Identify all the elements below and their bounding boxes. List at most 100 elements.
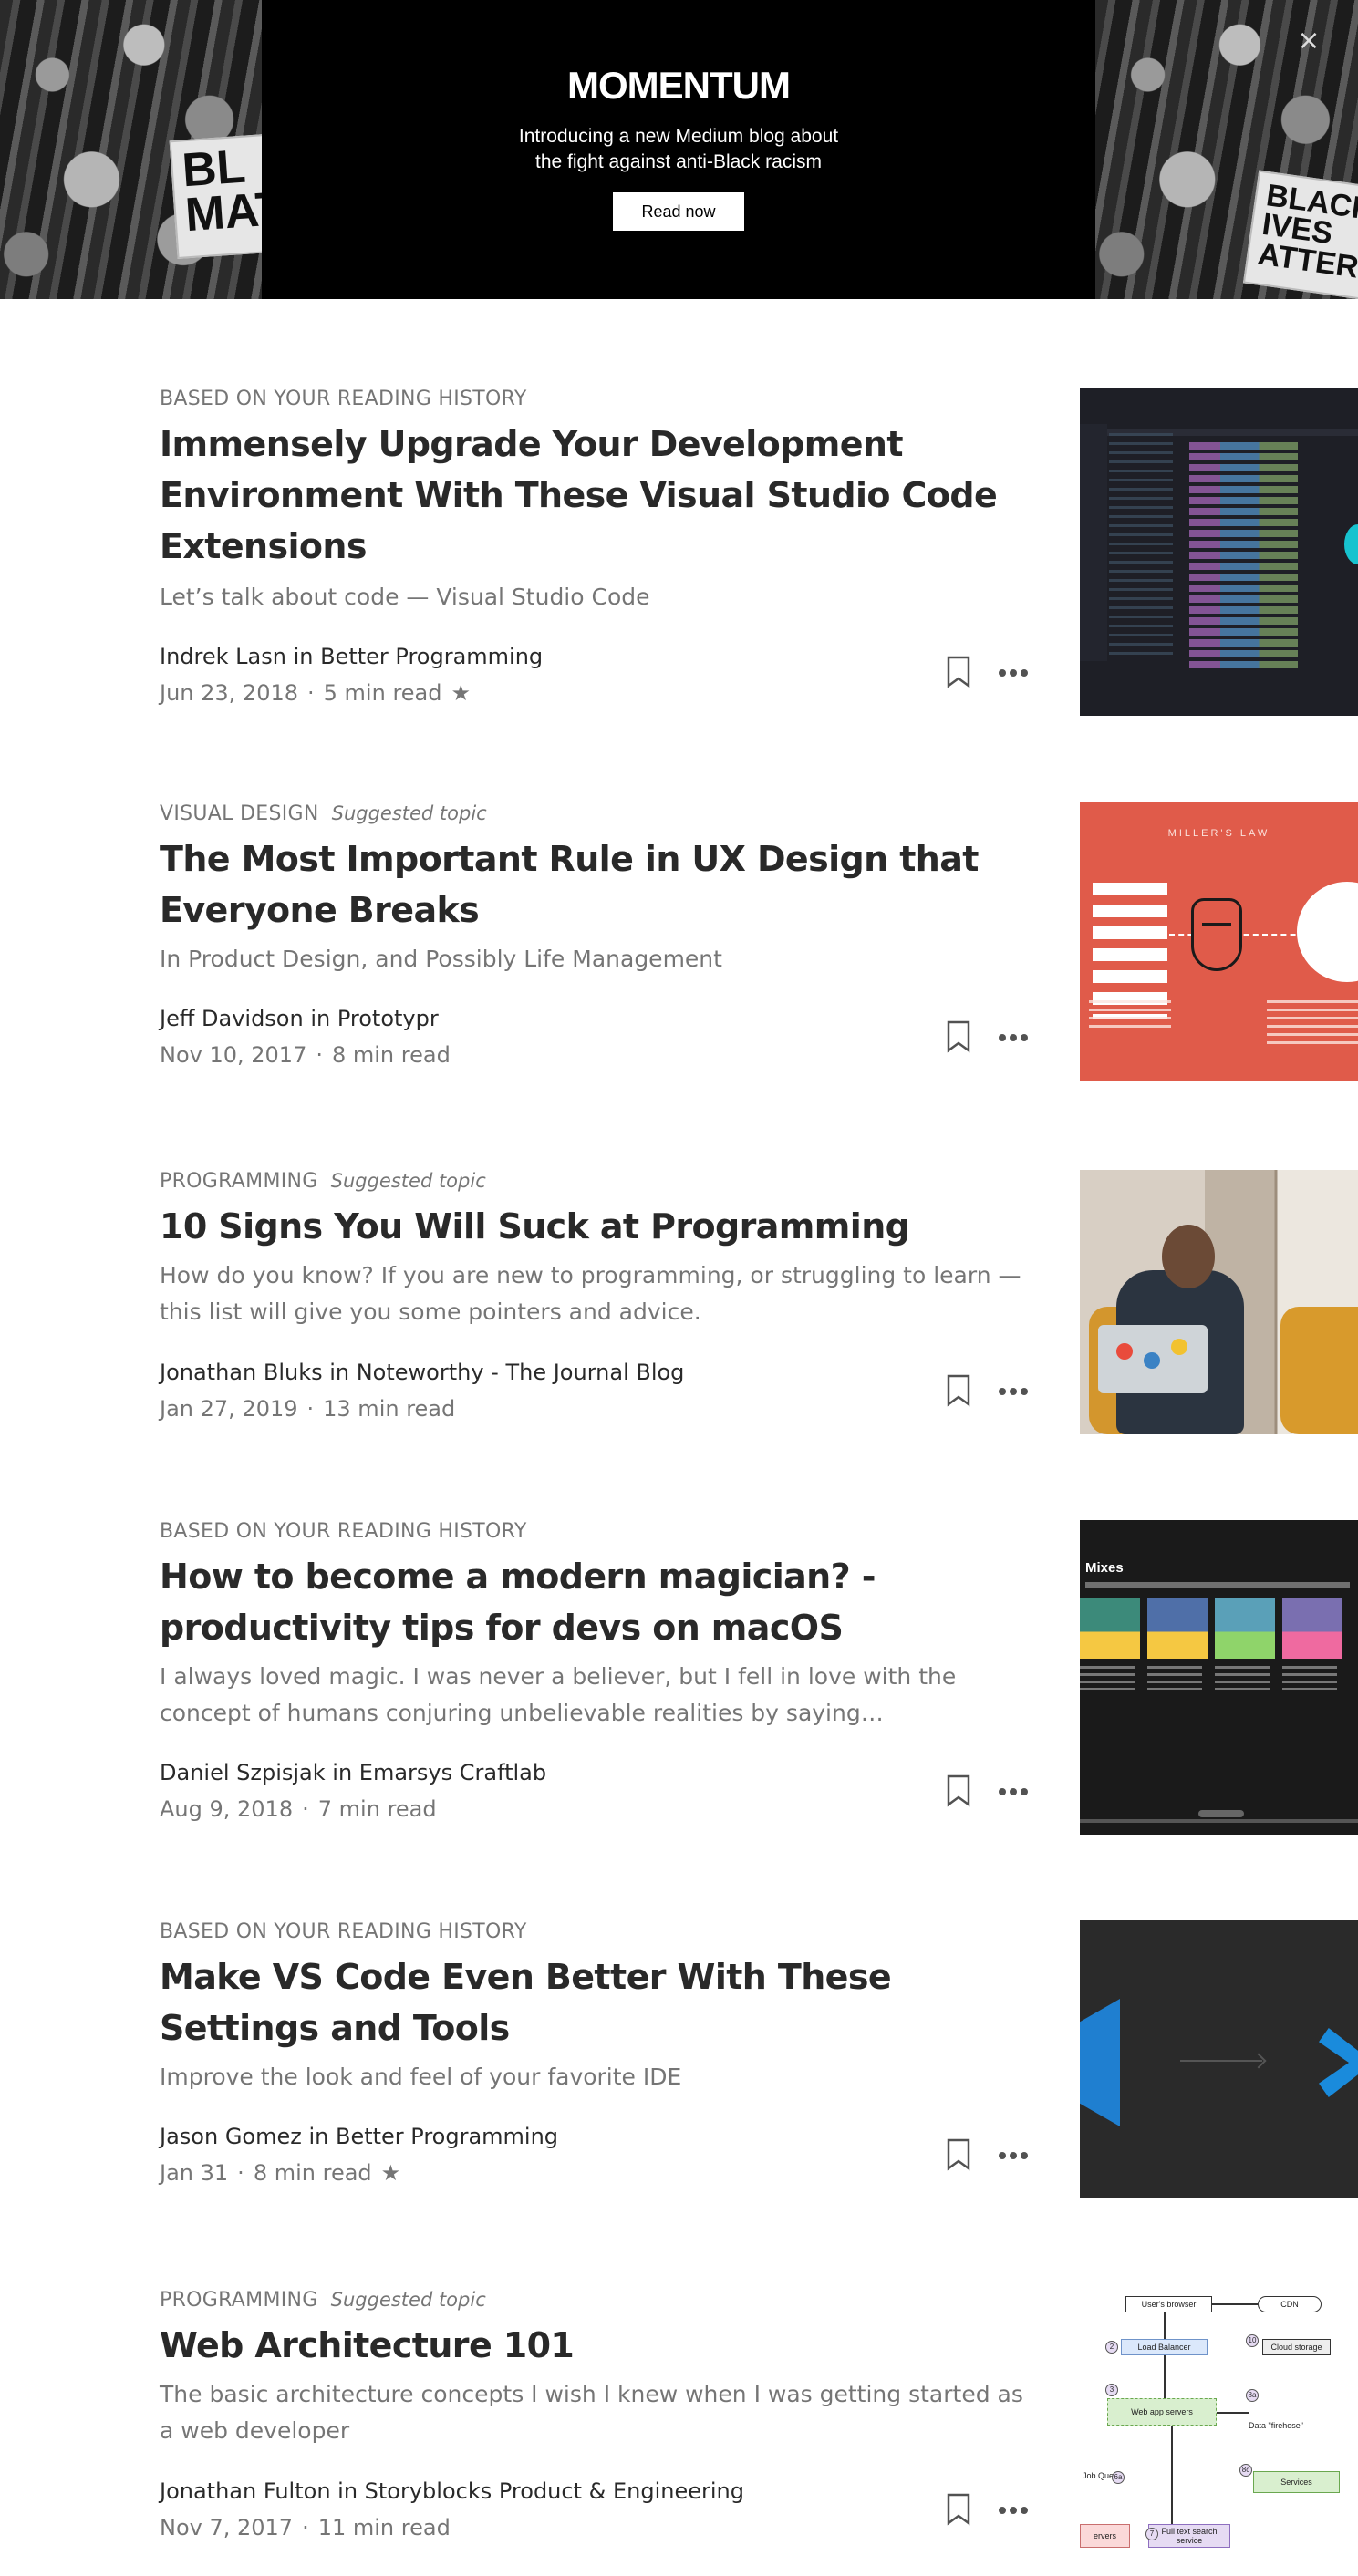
mixes-label: Mixes: [1085, 1560, 1124, 1576]
article-category: PROGRAMMING: [160, 2289, 318, 2312]
bookmark-icon[interactable]: [946, 2493, 971, 2526]
close-icon[interactable]: ×: [1296, 27, 1322, 55]
services-box: Services: [1253, 2471, 1340, 2493]
article-context: PROGRAMMING Suggested topic: [160, 2289, 486, 2312]
bookmark-icon[interactable]: [946, 656, 971, 688]
mix-tile: [1080, 1598, 1140, 1659]
article-title[interactable]: Web Architecture 101: [160, 2320, 1026, 2371]
banner-line-2: the fight against anti-Black racism: [535, 151, 822, 172]
more-icon[interactable]: [997, 1385, 1030, 1398]
member-star-icon: ★: [451, 680, 472, 706]
article-category: BASED ON YOUR READING HISTORY: [160, 1520, 527, 1543]
article-author[interactable]: Jason Gomez in Better Programming: [160, 2124, 558, 2149]
article-read-time: 7 min read: [317, 1796, 437, 1822]
connector: [1171, 2426, 1173, 2524]
memory-circle: [1297, 882, 1358, 982]
bookmark-icon[interactable]: [946, 1374, 971, 1407]
article-subtitle[interactable]: Improve the look and feel of your favori…: [160, 2059, 1035, 2095]
suggested-topic: Suggested topic: [330, 2289, 486, 2311]
load-balancer-box: Load Balancer: [1121, 2339, 1208, 2355]
article-read-time: 13 min read: [323, 1396, 456, 1422]
more-icon[interactable]: [997, 2504, 1030, 2517]
banner-text: Introducing a new Medium blog about the …: [262, 124, 1095, 175]
mix-tile: [1282, 1598, 1342, 1659]
article-author[interactable]: Jonathan Fulton in Storyblocks Product &…: [160, 2478, 744, 2504]
article-date-line: Aug 9, 2018 · 7 min read: [160, 1796, 437, 1822]
mixes-sublabel: [1085, 1582, 1350, 1588]
article-category: VISUAL DESIGN: [160, 802, 319, 825]
editor-file-tree: [1109, 433, 1173, 661]
article-thumbnail[interactable]: [1080, 388, 1358, 716]
article-title[interactable]: The Most Important Rule in UX Design tha…: [160, 833, 1026, 936]
protest-sign-right: BLACK IVES ATTER: [1242, 170, 1358, 299]
face-illustration: [1191, 898, 1242, 971]
servers-box: ervers: [1080, 2524, 1130, 2548]
article-card[interactable]: BASED ON YOUR READING HISTORY Immensely …: [160, 388, 1358, 716]
article-thumbnail[interactable]: Mixes: [1080, 1520, 1358, 1835]
bookmark-icon[interactable]: [946, 1020, 971, 1053]
laptop-sticker: [1144, 1352, 1160, 1369]
banner-content: MOMENTUM Introducing a new Medium blog a…: [262, 0, 1095, 299]
article-card[interactable]: PROGRAMMING Suggested topic Web Architect…: [160, 2289, 1358, 2553]
article-date: Aug 9, 2018: [160, 1796, 294, 1822]
article-title[interactable]: Make VS Code Even Better With These Sett…: [160, 1951, 1026, 2054]
article-category: BASED ON YOUR READING HISTORY: [160, 388, 527, 410]
bookmark-icon[interactable]: [946, 2138, 971, 2171]
laptop-sticker: [1171, 1339, 1187, 1355]
momentum-logo: MOMENTUM: [567, 64, 791, 107]
article-card[interactable]: BASED ON YOUR READING HISTORY How to bec…: [160, 1520, 1358, 1835]
person-head: [1162, 1225, 1215, 1288]
article-author[interactable]: Jeff Davidson in Prototypr: [160, 1006, 439, 1031]
suggested-topic: Suggested topic: [330, 1170, 486, 1192]
article-thumbnail[interactable]: MILLER'S LAW: [1080, 802, 1358, 1081]
chair-right: [1280, 1307, 1358, 1434]
article-read-time: 5 min read: [323, 680, 442, 706]
web-app-servers-box: Web app servers: [1107, 2398, 1217, 2426]
protest-photo-left: BL MAT: [0, 0, 262, 299]
article-title[interactable]: How to become a modern magician? - produ…: [160, 1551, 1026, 1653]
article-author[interactable]: Indrek Lasn in Better Programming: [160, 644, 543, 669]
article-context: PROGRAMMING Suggested topic: [160, 1170, 486, 1193]
connector: [1164, 2355, 1166, 2398]
mix-tile: [1147, 1598, 1208, 1659]
more-icon[interactable]: [997, 667, 1030, 679]
more-icon[interactable]: [997, 1031, 1030, 1044]
article-card[interactable]: PROGRAMMING Suggested topic 10 Signs You …: [160, 1170, 1358, 1434]
article-date: Jan 27, 2019: [160, 1396, 298, 1422]
member-star-icon: ★: [380, 2160, 401, 2186]
mix-caption: [1147, 1666, 1202, 1690]
vscode-logo-left: [1080, 1999, 1120, 2126]
article-card[interactable]: VISUAL DESIGN Suggested topic The Most Im…: [160, 802, 1358, 1081]
cdn-box: CDN: [1258, 2296, 1322, 2312]
article-thumbnail[interactable]: [1080, 1920, 1358, 2198]
article-read-time: 11 min read: [317, 2515, 451, 2540]
connector: [1164, 2312, 1166, 2339]
article-author[interactable]: Daniel Szpisjak in Emarsys Craftlab: [160, 1760, 546, 1785]
caption-left: [1089, 1000, 1171, 1033]
article-date-line: Nov 7, 2017 · 11 min read: [160, 2515, 451, 2540]
article-card[interactable]: BASED ON YOUR READING HISTORY Make VS Co…: [160, 1920, 1358, 2198]
article-title[interactable]: 10 Signs You Will Suck at Programming: [160, 1201, 1026, 1252]
bookmark-icon[interactable]: [946, 1774, 971, 1807]
article-subtitle[interactable]: How do you know? If you are new to progr…: [160, 1257, 1035, 1330]
article-thumbnail[interactable]: [1080, 1170, 1358, 1434]
step-number: 2: [1105, 2341, 1118, 2354]
more-icon[interactable]: [997, 2149, 1030, 2162]
article-subtitle[interactable]: I always loved magic. I was never a beli…: [160, 1659, 1035, 1732]
read-now-button[interactable]: Read now: [613, 192, 744, 231]
more-icon[interactable]: [997, 1785, 1030, 1798]
article-thumbnail[interactable]: User's browser CDN Load Balancer 2 Cloud…: [1080, 2289, 1358, 2553]
step-number: 10: [1246, 2334, 1259, 2347]
mix-caption: [1282, 1666, 1337, 1690]
article-subtitle[interactable]: Let’s talk about code — Visual Studio Co…: [160, 579, 1035, 616]
momentum-banner[interactable]: BL MAT MOMENTUM Introducing a new Medium …: [0, 0, 1358, 299]
word-grid-2: [1131, 883, 1167, 1019]
article-subtitle[interactable]: In Product Design, and Possibly Life Man…: [160, 941, 1035, 978]
article-author[interactable]: Jonathan Bluks in Noteworthy - The Journ…: [160, 1360, 684, 1385]
article-context: BASED ON YOUR READING HISTORY: [160, 1520, 527, 1543]
article-title[interactable]: Immensely Upgrade Your Development Envir…: [160, 419, 1026, 572]
step-number: 8c: [1239, 2464, 1252, 2477]
mix-caption: [1215, 1666, 1270, 1690]
protest-sign-left: BL MAT: [169, 132, 262, 260]
article-subtitle[interactable]: The basic architecture concepts I wish I…: [160, 2376, 1035, 2449]
